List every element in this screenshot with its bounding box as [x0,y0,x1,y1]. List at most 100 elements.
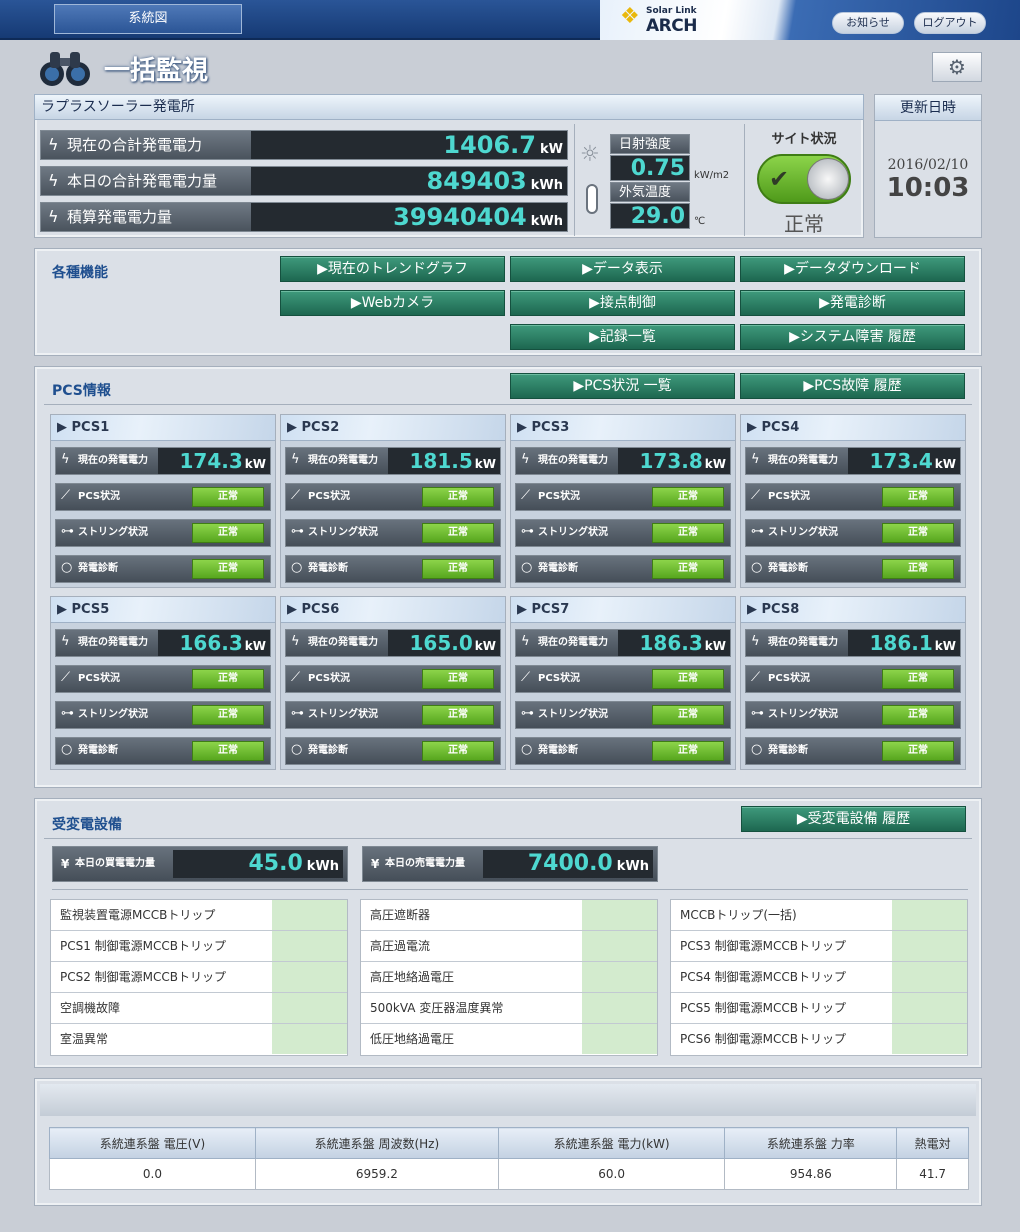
pcs-6-string-badge[interactable]: 正常 [422,705,494,725]
current-total-power-value: 1406.7 [443,131,536,159]
data-display-button[interactable]: ▶データ表示 [510,256,735,282]
pcs-2-string-badge[interactable]: 正常 [422,523,494,543]
today-total-energy-row: ϟ 本日の合計発電電力量 849403 kWh [40,166,568,196]
logo-title: ARCH [646,16,697,36]
pcs-5-diagnosis-badge[interactable]: 正常 [192,741,264,761]
alarm-row: PCS6 制御電源MCCBトリップ [671,1024,967,1055]
pcs-5-power-row: ϟ 現在の発電電力 166.3 kW [55,629,271,657]
pcs-3-diagnosis-row: ○ 発電診断 正常 [515,555,731,583]
pcs-4-power-label: 現在の発電電力 [768,455,838,466]
pcs-5-status-badge[interactable]: 正常 [192,669,264,689]
pcs-3-string-row: ⊶ ストリング状況 正常 [515,519,731,547]
record-list-button[interactable]: ▶記録一覧 [510,324,735,350]
thermocouple-header: 熱電対 [896,1127,969,1159]
pcs-8-diagnosis-label: 発電診断 [768,745,808,756]
pcs-7-title[interactable]: ▶ PCS7 [511,597,735,623]
pcs-7-string-label: ストリング状況 [538,709,608,720]
pcs-4-title[interactable]: ▶ PCS4 [741,415,965,441]
pcs-6-power-label: 現在の発電電力 [308,637,378,648]
pcs-7-diagnosis-row: ○ 発電診断 正常 [515,737,731,765]
alarm-indicator [892,993,967,1023]
alarm-row: 監視装置電源MCCBトリップ [51,900,347,931]
pcs-5-title[interactable]: ▶ PCS5 [51,597,275,623]
pcs-1-diagnosis-badge[interactable]: 正常 [192,559,264,579]
contact-control-button[interactable]: ▶接点制御 [510,290,735,316]
pcs-1-power-unit: kW [244,457,266,471]
generation-diagnosis-button[interactable]: ▶発電診断 [740,290,965,316]
check-icon: ✔ [769,165,790,193]
alarm-label: 高圧遮断器 [361,900,583,930]
data-download-button[interactable]: ▶データダウンロード [740,256,965,282]
alarm-indicator [582,1024,657,1054]
pcs-1-status-badge[interactable]: 正常 [192,487,264,507]
pcs-7-status-label: PCS状況 [538,673,581,684]
grid-power-factor-value: 954.86 [724,1158,898,1190]
purchased-energy-label: 本日の買電電力量 [75,858,155,869]
pcs-6-diagnosis-badge[interactable]: 正常 [422,741,494,761]
page-title-bar: 一括監視 [36,44,336,90]
trend-graph-button[interactable]: ▶現在のトレンドグラフ [280,256,505,282]
current-total-power-row: ϟ 現在の合計発電電力 1406.7 kW [40,130,568,160]
settings-button[interactable]: ⚙ [932,52,982,82]
pcs-4-diagnosis-badge[interactable]: 正常 [882,559,954,579]
alarm-label: 監視装置電源MCCBトリップ [51,900,273,930]
pcs-6-status-badge[interactable]: 正常 [422,669,494,689]
pcs-1-power-label: 現在の発電電力 [78,455,148,466]
pcs-5-power-label: 現在の発電電力 [78,637,148,648]
pcs-8-diagnosis-badge[interactable]: 正常 [882,741,954,761]
pcs-7-diagnosis-badge[interactable]: 正常 [652,741,724,761]
pcs-5-power-unit: kW [244,639,266,653]
alarm-label: 室温異常 [51,1024,273,1054]
pcs-3-title[interactable]: ▶ PCS3 [511,415,735,441]
pcs-8-status-badge[interactable]: 正常 [882,669,954,689]
alarm-row: PCS1 制御電源MCCBトリップ [51,931,347,962]
alarm-indicator [582,931,657,961]
plant-name: ラプラスソーラー発電所 [34,94,864,120]
pcs-3-diagnosis-badge[interactable]: 正常 [652,559,724,579]
purchased-energy-value: 45.0 [248,851,303,876]
pcs-3-power-row: ϟ 現在の発電電力 173.8 kW [515,447,731,475]
grid-power-factor-header: 系統連系盤 力率 [724,1127,898,1159]
pcs-3-diagnosis-label: 発電診断 [538,563,578,574]
pcs-4-status-badge[interactable]: 正常 [882,487,954,507]
pcs-1-title[interactable]: ▶ PCS1 [51,415,275,441]
site-status-title: サイト状況 [771,132,837,147]
pcs-7-status-badge[interactable]: 正常 [652,669,724,689]
logout-button[interactable]: ログアウト [914,12,986,34]
pcs-4-string-badge[interactable]: 正常 [882,523,954,543]
pcs-3-status-badge[interactable]: 正常 [652,487,724,507]
pcs-7-string-row: ⊶ ストリング状況 正常 [515,701,731,729]
pcs-7-string-badge[interactable]: 正常 [652,705,724,725]
pcs-8-title[interactable]: ▶ PCS8 [741,597,965,623]
pcs-1-string-row: ⊶ ストリング状況 正常 [55,519,271,547]
webcam-button[interactable]: ▶Webカメラ [280,290,505,316]
cumulative-energy-unit: kWh [530,214,563,229]
pcs-6-title[interactable]: ▶ PCS6 [281,597,505,623]
pcs-5-string-badge[interactable]: 正常 [192,705,264,725]
sold-energy-unit: kWh [616,859,649,874]
pcs-status-list-button[interactable]: ▶PCS状況 一覧 [510,373,735,399]
pcs-2-title[interactable]: ▶ PCS2 [281,415,505,441]
pcs-2-status-badge[interactable]: 正常 [422,487,494,507]
alarm-row: PCS2 制御電源MCCBトリップ [51,962,347,993]
pcs-fault-history-button[interactable]: ▶PCS故障 履歴 [740,373,965,399]
pcs-7-power-row: ϟ 現在の発電電力 186.3 kW [515,629,731,657]
today-total-energy-unit: kWh [530,178,563,193]
notice-button[interactable]: お知らせ [832,12,904,34]
pcs-1-string-badge[interactable]: 正常 [192,523,264,543]
alarm-label: PCS6 制御電源MCCBトリップ [671,1024,893,1054]
grid-voltage-value: 0.0 [49,1158,256,1190]
alarm-label: 空調機故障 [51,993,273,1023]
alarm-label: PCS2 制御電源MCCBトリップ [51,962,273,992]
system-fault-history-button[interactable]: ▶システム障害 履歴 [740,324,965,350]
pcs-5-status-label: PCS状況 [78,673,121,684]
tab-system-diagram[interactable]: 系統図 [54,4,242,34]
pcs-6-string-row: ⊶ ストリング状況 正常 [285,701,501,729]
alarm-label: PCS1 制御電源MCCBトリップ [51,931,273,961]
pcs-3-string-badge[interactable]: 正常 [652,523,724,543]
pcs-8-string-badge[interactable]: 正常 [882,705,954,725]
pcs-1-string-label: ストリング状況 [78,527,148,538]
site-status: サイト状況 ✔ 正常 [744,124,862,236]
pcs-2-diagnosis-badge[interactable]: 正常 [422,559,494,579]
substation-history-button[interactable]: ▶受変電設備 履歴 [741,806,966,832]
